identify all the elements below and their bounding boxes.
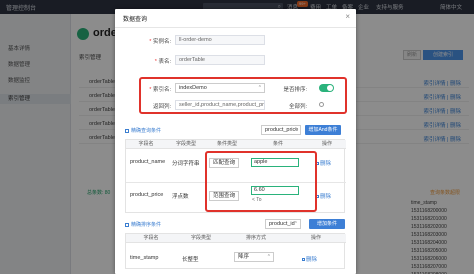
delete-sort-link[interactable]: 删除 [302,255,317,263]
sort-conditions-header[interactable]: 精确排序条件 [125,221,161,228]
query-field-select[interactable]: product_price ⌃ [261,125,301,135]
col-header: 字段类型 [190,235,211,241]
return-columns-input[interactable]: seller_id,product_name,product_pri [175,100,265,110]
col-header: 排序方式 [245,235,266,241]
query-field-type: 浮点数 [172,194,189,200]
query-field-name: product_name [130,159,166,165]
query-field-type: 分词字符串 [172,161,200,167]
sort-field-name: time_stamp [130,255,159,261]
sort-conditions-table: 字段名 字段类型 排序方式 操作 time_stamp 长整型 降序 ⌃ 删除 [125,233,346,269]
sort-field-type: 长整型 [182,257,199,263]
delete-condition-link[interactable]: 删除 [316,192,331,200]
table-name-field: orderTable [175,55,265,65]
sort-label: 是否排序: [283,87,307,93]
col-header: 条件 [272,141,283,147]
index-select[interactable]: indexDemo ⌃ [175,83,265,93]
divider [115,27,356,28]
sort-toggle[interactable] [319,84,334,92]
instance-label: * 实例名: [149,39,171,45]
data-query-dialog: 数据查询 × * 实例名: ll-order-demo * 表名: orderT… [115,9,356,274]
condition-value-input[interactable]: apple [251,158,299,167]
all-columns-radio[interactable] [319,102,324,107]
chevron-down-icon: ⌃ [266,254,271,260]
chevron-down-icon: ⌃ [293,127,298,133]
chevron-down-icon: ⌃ [231,160,236,166]
close-icon[interactable]: × [345,12,350,21]
col-header: 字段名 [138,141,154,147]
range-from-input[interactable]: 6.60 [251,186,299,195]
col-header: 条件类型 [216,141,237,147]
delete-icon [302,258,305,261]
query-field-name: product_price [130,192,164,198]
range-to-input[interactable]: < To [252,197,262,203]
add-sort-condition-button[interactable]: 增加条件 [309,219,345,229]
col-header: 操作 [310,235,321,241]
condition-type-select[interactable]: 范围查询 ⌃ [209,191,239,201]
query-conditions-header[interactable]: 精确查询条件 [125,127,161,134]
chevron-down-icon: ⌃ [231,193,236,199]
col-header: 操作 [321,141,332,147]
columns-label: 返回列: [152,104,171,110]
collapse-icon [125,128,129,133]
condition-type-select[interactable]: 匹配查询 ⌃ [209,158,239,168]
chevron-down-icon: ⌃ [293,221,298,227]
col-header: 字段名 [143,235,159,241]
delete-condition-link[interactable]: 删除 [316,159,331,167]
instance-name-field: ll-order-demo [175,35,265,45]
col-header: 字段类型 [175,141,196,147]
table-label: * 表名: [154,59,171,65]
dialog-title: 数据查询 [123,17,148,23]
all-columns-label: 全部列: [288,104,307,110]
add-and-condition-button[interactable]: 增加And条件 [305,125,341,135]
sort-order-select[interactable]: 降序 ⌃ [234,252,274,262]
collapse-icon [125,222,129,227]
index-label: * 索引名: [149,87,171,93]
sort-field-select[interactable]: product_id ⌃ [265,219,301,229]
